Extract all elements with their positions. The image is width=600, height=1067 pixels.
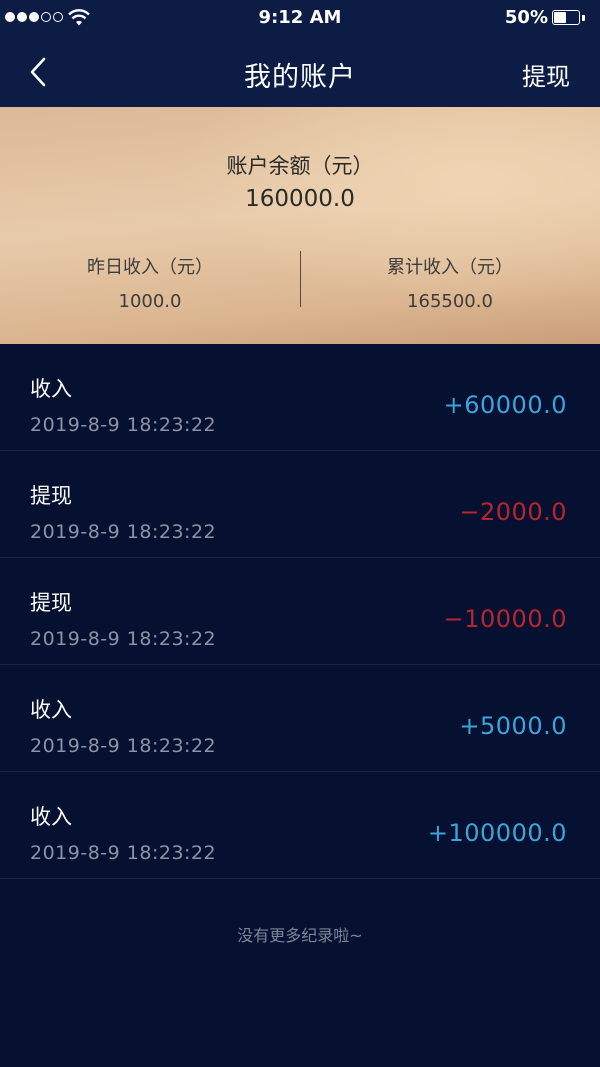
record-item[interactable]: 收入 2019-8-9 18:23:22 +60000.0 xyxy=(0,344,600,451)
no-more-records-note: 没有更多纪录啦~ xyxy=(237,926,363,945)
record-item[interactable]: 收入 2019-8-9 18:23:22 +100000.0 xyxy=(0,772,600,879)
record-item[interactable]: 收入 2019-8-9 18:23:22 +5000.0 xyxy=(0,665,600,772)
record-time: 2019-8-9 18:23:22 xyxy=(30,842,217,864)
record-type: 收入 xyxy=(30,805,72,829)
nav-bar: 我的账户 提现 xyxy=(0,36,600,107)
yesterday-income-value: 1000.0 xyxy=(118,291,182,312)
total-income: 累计收入（元） 165500.0 xyxy=(300,253,600,312)
balance-label: 账户余额（元） xyxy=(226,154,374,178)
status-bar: 9:12 AM 50% xyxy=(0,0,600,36)
total-income-value: 165500.0 xyxy=(407,291,493,312)
yesterday-income-label: 昨日收入（元） xyxy=(87,257,213,278)
record-time: 2019-8-9 18:23:22 xyxy=(30,414,217,436)
record-amount: −10000.0 xyxy=(443,605,567,633)
record-time: 2019-8-9 18:23:22 xyxy=(30,628,217,650)
record-type: 提现 xyxy=(30,484,72,508)
record-amount: −2000.0 xyxy=(459,498,567,526)
balance-value: 160000.0 xyxy=(245,186,355,212)
withdraw-button[interactable]: 提现 xyxy=(522,57,570,92)
record-time: 2019-8-9 18:23:22 xyxy=(30,735,217,757)
record-item[interactable]: 提现 2019-8-9 18:23:22 −10000.0 xyxy=(0,558,600,665)
account-screen: 9:12 AM 50% 我的账户 提现 账户余额（元） 160000.0 昨日收… xyxy=(0,0,600,1067)
yesterday-income: 昨日收入（元） 1000.0 xyxy=(0,253,300,312)
battery-tip xyxy=(582,15,585,21)
record-type: 收入 xyxy=(30,698,72,722)
record-amount: +60000.0 xyxy=(443,391,567,419)
battery-percent: 50% xyxy=(504,7,548,28)
page-title: 我的账户 xyxy=(244,62,356,93)
total-income-label: 累计收入（元） xyxy=(387,257,513,278)
record-amount: +5000.0 xyxy=(459,712,567,740)
record-time: 2019-8-9 18:23:22 xyxy=(30,521,217,543)
record-item[interactable]: 提现 2019-8-9 18:23:22 −2000.0 xyxy=(0,451,600,558)
records-list: 收入 2019-8-9 18:23:22 +60000.0 提现 2019-8-… xyxy=(0,344,600,879)
battery-icon xyxy=(552,10,580,25)
balance-card: 账户余额（元） 160000.0 昨日收入（元） 1000.0 累计收入（元） … xyxy=(0,107,600,344)
battery-fill xyxy=(554,12,566,23)
record-type: 收入 xyxy=(30,377,72,401)
record-type: 提现 xyxy=(30,591,72,615)
record-amount: +100000.0 xyxy=(427,819,567,847)
